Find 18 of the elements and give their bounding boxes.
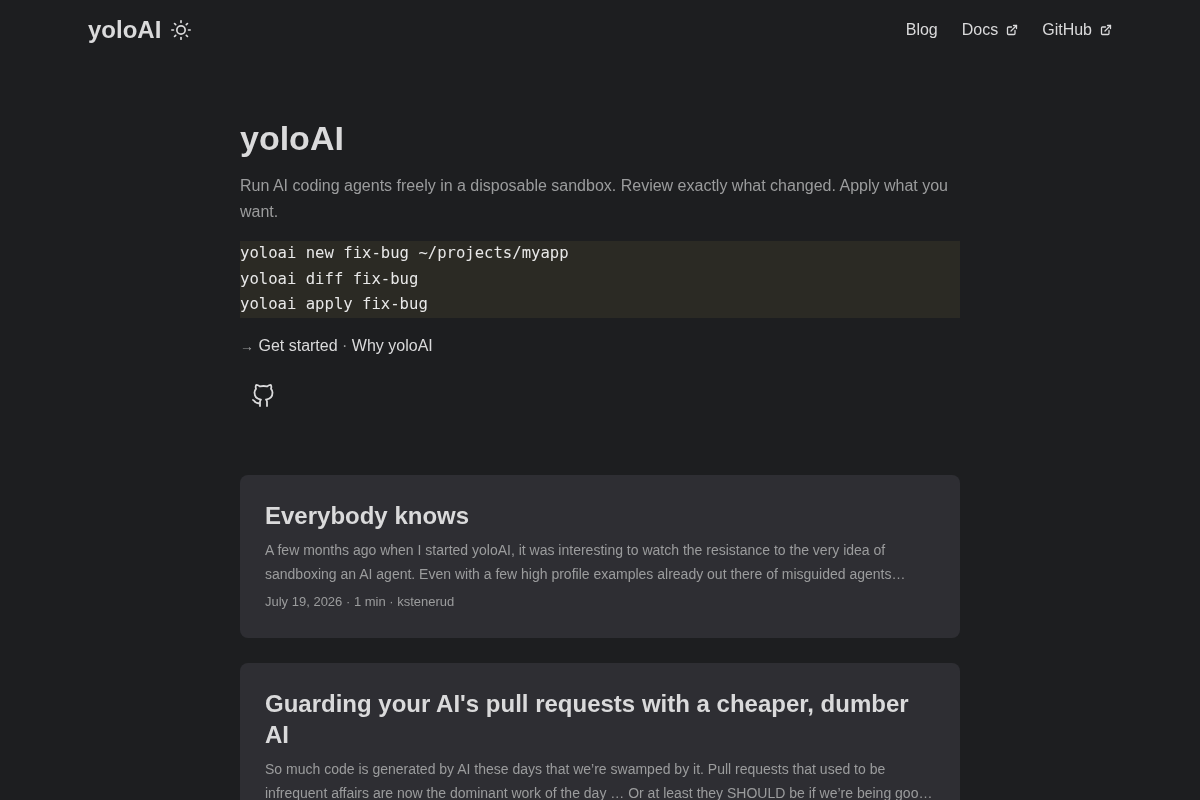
sun-icon[interactable] (171, 20, 192, 40)
text-link[interactable]: Why yoloAI (351, 336, 433, 354)
separator: · (342, 336, 348, 354)
text-link[interactable]: Get started (258, 336, 338, 354)
post-title: Everybody knows (265, 500, 471, 531)
post-title: Guarding your AI's pull requests with a cheaper, dumber AI (265, 688, 910, 750)
nav-link[interactable]: Blog (905, 20, 938, 40)
site-logo[interactable]: yoloAI (88, 18, 162, 42)
nav-link[interactable]: Docs (961, 20, 1019, 40)
hero-title: yoloAI (240, 118, 345, 159)
hero-tagline: Run AI coding agents freely in a disposable sandbox. Review exactly what changed. Apply what you want. (240, 176, 949, 222)
code-block: yoloai new fix-bug ~/projects/myapp yoloai diff fix-bug yoloai apply fix-bug (240, 241, 960, 318)
github-icon[interactable] (251, 383, 275, 408)
post-summary: A few months ago when I started yoloAI, it was interesting to watch the resistance to the very idea of sandboxing an AI agent. Even with a few high profile examples already out there of misguided agents… (265, 540, 907, 584)
post-summary: So much code is generated by AI these days that we’re swamped by it. Pull requests that used to be infrequent affairs are now the dominant work of the day … Or at least they SHOULD be if we’re being goo… (265, 759, 934, 800)
arrow-icon: → (240, 337, 254, 354)
nav-link[interactable]: GitHub (1042, 20, 1112, 40)
post-meta: July 19, 2026 · 1 min · kstenerud (265, 592, 456, 611)
